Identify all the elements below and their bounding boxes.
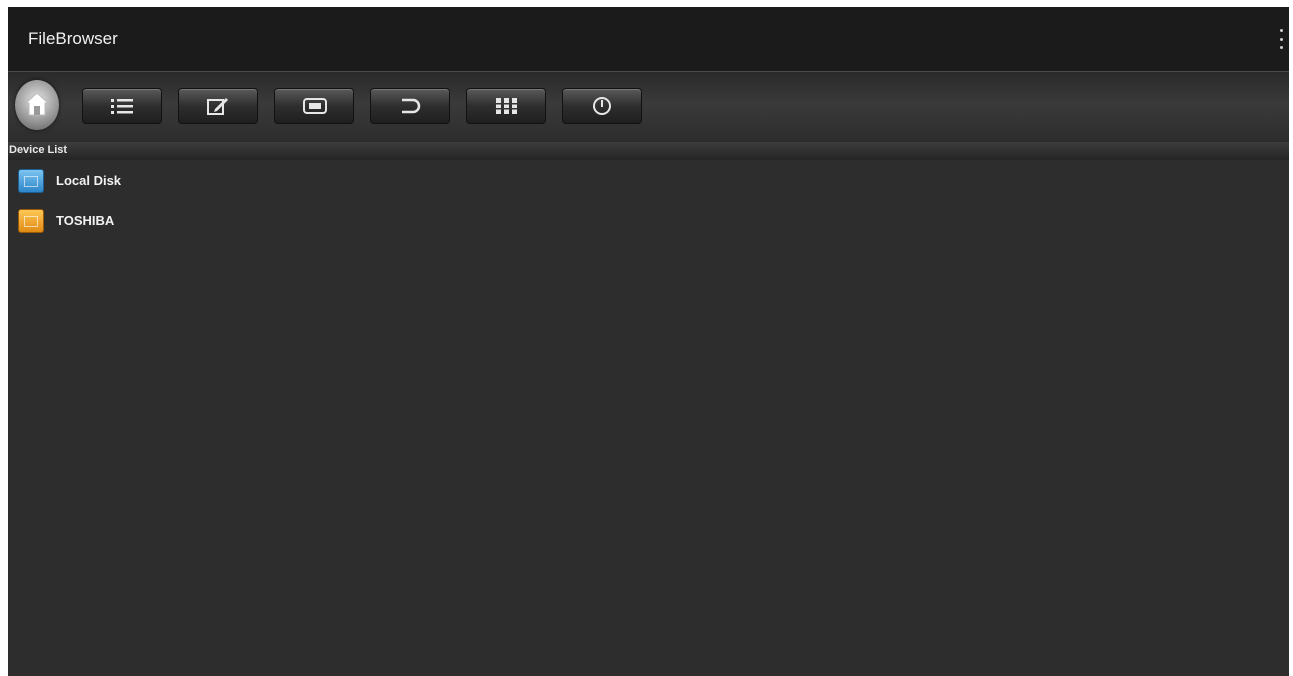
local-disk-icon [18,169,44,193]
toolbar [8,71,1289,143]
home-icon [24,92,50,116]
overflow-menu-icon[interactable] [1277,29,1285,49]
list-icon [111,99,133,114]
device-item-toshiba[interactable]: TOSHIBA [18,204,318,234]
usb-drive-icon [18,209,44,233]
edit-icon [207,98,228,115]
device-item-local-disk[interactable]: Local Disk [18,164,318,194]
grid-icon [494,98,518,114]
section-header: Device List [8,142,1289,160]
file-browser-window: FileBrowser Device List Local Disk TOSHI… [8,7,1289,676]
screen-icon [303,98,327,114]
section-title: Device List [9,144,68,156]
list-view-button[interactable] [82,88,162,124]
back-button[interactable] [370,88,450,124]
edit-button[interactable] [178,88,258,124]
app-title: FileBrowser [28,29,118,48]
grid-view-button[interactable] [466,88,546,124]
home-button[interactable] [15,80,59,130]
device-label: TOSHIBA [56,213,115,228]
power-button[interactable] [562,88,642,124]
device-label: Local Disk [56,173,122,188]
undo-icon [402,98,421,114]
power-icon [593,97,611,115]
title-bar: FileBrowser [8,7,1289,71]
screen-button[interactable] [274,88,354,124]
